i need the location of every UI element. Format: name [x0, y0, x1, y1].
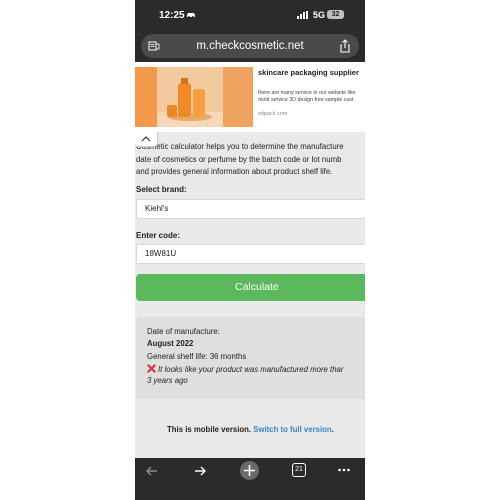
browser-toolbar: m.checkcosmetic.net — [135, 32, 365, 62]
network-type: 5G — [313, 10, 326, 20]
switch-full-version-link[interactable]: Switch to full version — [253, 425, 331, 434]
share-icon[interactable] — [339, 39, 351, 53]
chevron-up-icon — [141, 136, 151, 142]
intro-line: date of cosmetics or perfume by the batc… — [136, 154, 342, 164]
signal-icon — [297, 11, 311, 19]
browser-bottom-bar: 21 — [135, 458, 365, 500]
brand-select[interactable]: Kiehl's — [136, 199, 365, 219]
code-input[interactable]: 18W81U — [136, 244, 365, 264]
calculate-button-label: Calculate — [235, 281, 279, 293]
url-text[interactable]: m.checkcosmetic.net — [141, 40, 359, 52]
status-time: 12:25 — [159, 10, 185, 21]
ad-title[interactable]: skincare packaging supplier — [258, 68, 359, 77]
result-warning-line2: 3 years ago — [147, 376, 188, 385]
ad-description: there are many service in our website li… — [258, 90, 365, 108]
result-date-label: Date of manufacture: — [147, 327, 220, 336]
mobile-version-note: This is mobile version. Switch to full v… — [167, 425, 334, 434]
result-date-value: August 2022 — [147, 339, 194, 348]
ad-domain[interactable]: xdpack.com — [258, 111, 287, 117]
ad-description-line: mold service 3D design free sample cust — [258, 97, 354, 103]
mobile-version-text: This is mobile version. — [167, 425, 252, 434]
intro-line: Cosmetic calculator helps you to determi… — [136, 142, 344, 151]
result-warning: It looks like your product was manufactu… — [147, 364, 343, 374]
mobile-version-period: . — [331, 425, 334, 434]
forward-arrow-icon[interactable] — [193, 464, 207, 478]
new-tab-button[interactable] — [240, 461, 259, 480]
more-icon[interactable] — [337, 464, 351, 476]
status-bar: 12:25 5G 32 — [135, 0, 365, 32]
result-panel: Date of manufacture: August 2022 General… — [136, 317, 365, 399]
calculate-button[interactable]: Calculate — [136, 274, 365, 301]
plus-icon — [244, 465, 255, 476]
intro-line: and provides general information about p… — [136, 167, 333, 176]
intro-text: Cosmetic calculator helps you to determi… — [136, 141, 365, 179]
ad-description-line: there are many service in our website li… — [258, 90, 356, 96]
code-label: Enter code: — [136, 231, 181, 240]
ad-product-image[interactable] — [135, 67, 253, 127]
warning-text: It looks like your product was manufactu… — [158, 365, 344, 374]
phone-screen: 12:25 5G 32 m.checkcosmetic.net skincare… — [135, 0, 365, 500]
result-shelf-life: General shelf life: 36 months — [147, 352, 247, 361]
battery-icon: 32 — [327, 10, 344, 19]
tabs-button[interactable]: 21 — [292, 463, 306, 477]
address-bar[interactable]: m.checkcosmetic.net — [141, 34, 359, 58]
cross-icon — [147, 364, 156, 373]
car-icon — [187, 13, 195, 18]
collapse-ad-button[interactable] — [135, 132, 158, 147]
brand-label: Select brand: — [136, 185, 187, 194]
back-arrow-icon[interactable] — [145, 464, 159, 478]
ad-banner[interactable]: skincare packaging supplier there are ma… — [135, 62, 365, 132]
